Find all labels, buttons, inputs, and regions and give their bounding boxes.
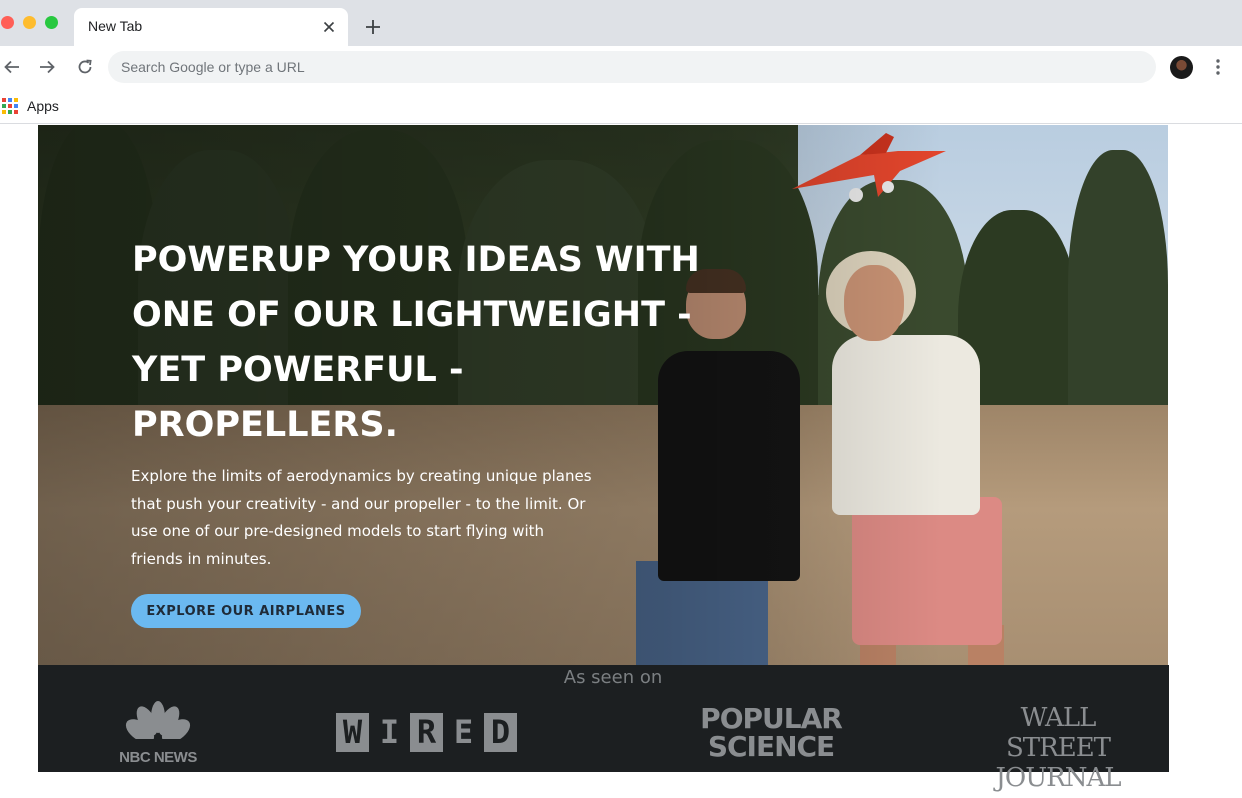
more-vert-icon (1216, 59, 1220, 75)
maximize-window-button[interactable] (45, 16, 58, 29)
nbc-news-logo: NBC NEWS (116, 701, 200, 767)
popular-science-logo: POPULAR SCIENCE (700, 702, 843, 763)
wall-street-journal-logo: WALL STREET JOURNAL (995, 703, 1121, 793)
back-button[interactable] (0, 55, 24, 79)
nbc-news-text: NBC NEWS (119, 749, 197, 766)
close-icon (323, 21, 335, 33)
forward-button[interactable] (35, 55, 59, 79)
tab-strip: New Tab (0, 0, 1242, 46)
press-strip: As seen on NBC NEWS W I R E D POPULAR SC… (38, 665, 1169, 793)
close-tab-button[interactable] (318, 16, 340, 38)
reload-icon (78, 59, 92, 74)
hero-banner: POWERUP YOUR IDEAS WITH ONE OF OUR LIGHT… (38, 125, 1168, 665)
minimize-window-button[interactable] (23, 16, 36, 29)
new-tab-button[interactable] (360, 14, 386, 40)
browser-menu-button[interactable] (1206, 55, 1230, 79)
arrow-right-icon (40, 60, 55, 74)
bookmark-label: Apps (27, 98, 59, 114)
hero-headline: POWERUP YOUR IDEAS WITH ONE OF OUR LIGHT… (132, 240, 700, 445)
browser-toolbar (0, 46, 1242, 88)
wired-logo: W I R E D (336, 713, 517, 752)
omnibox-input[interactable] (108, 51, 1156, 83)
close-window-button[interactable] (1, 16, 14, 29)
peacock-icon (125, 701, 191, 749)
profile-avatar[interactable] (1170, 56, 1193, 79)
hero-subtext: Explore the limits of aerodynamics by cr… (131, 467, 592, 568)
arrow-left-icon (4, 60, 19, 74)
tab-new-tab[interactable]: New Tab (74, 8, 348, 46)
apps-grid-icon (2, 98, 18, 114)
tab-title: New Tab (88, 18, 143, 34)
bookmark-apps[interactable]: Apps (2, 94, 59, 118)
reload-button[interactable] (73, 55, 97, 79)
bookmarks-bar: Apps (0, 88, 1242, 124)
press-title: As seen on (563, 667, 663, 688)
plus-icon (366, 20, 380, 34)
explore-airplanes-button[interactable]: EXPLORE OUR AIRPLANES (131, 594, 361, 628)
